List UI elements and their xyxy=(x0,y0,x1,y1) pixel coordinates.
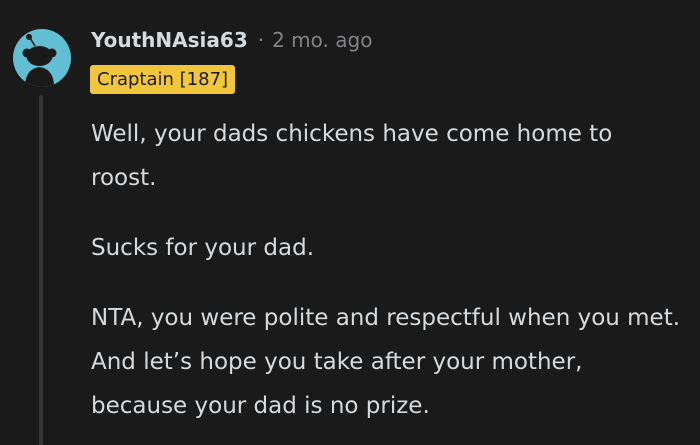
comment-paragraph: Sucks for your dad. xyxy=(91,235,315,261)
comment-header: YouthNAsia63 · 2 mo. ago xyxy=(91,24,372,56)
meta-separator: · xyxy=(257,28,265,52)
username[interactable]: YouthNAsia63 xyxy=(91,28,248,52)
user-flair: Craptain [187] xyxy=(90,65,236,94)
timestamp[interactable]: 2 mo. ago xyxy=(272,28,372,52)
snoo-avatar-icon xyxy=(22,34,57,87)
comment-paragraph: Well, your dads chickens have come home … xyxy=(91,121,613,191)
avatar[interactable] xyxy=(13,29,71,87)
comment-paragraph: NTA, you were polite and respectful when… xyxy=(91,305,681,419)
comment: YouthNAsia63 · 2 mo. ago Craptain [187] … xyxy=(0,0,700,445)
thread-collapse-line[interactable] xyxy=(39,95,43,445)
comment-body: Well, your dads chickens have come home … xyxy=(91,112,681,445)
